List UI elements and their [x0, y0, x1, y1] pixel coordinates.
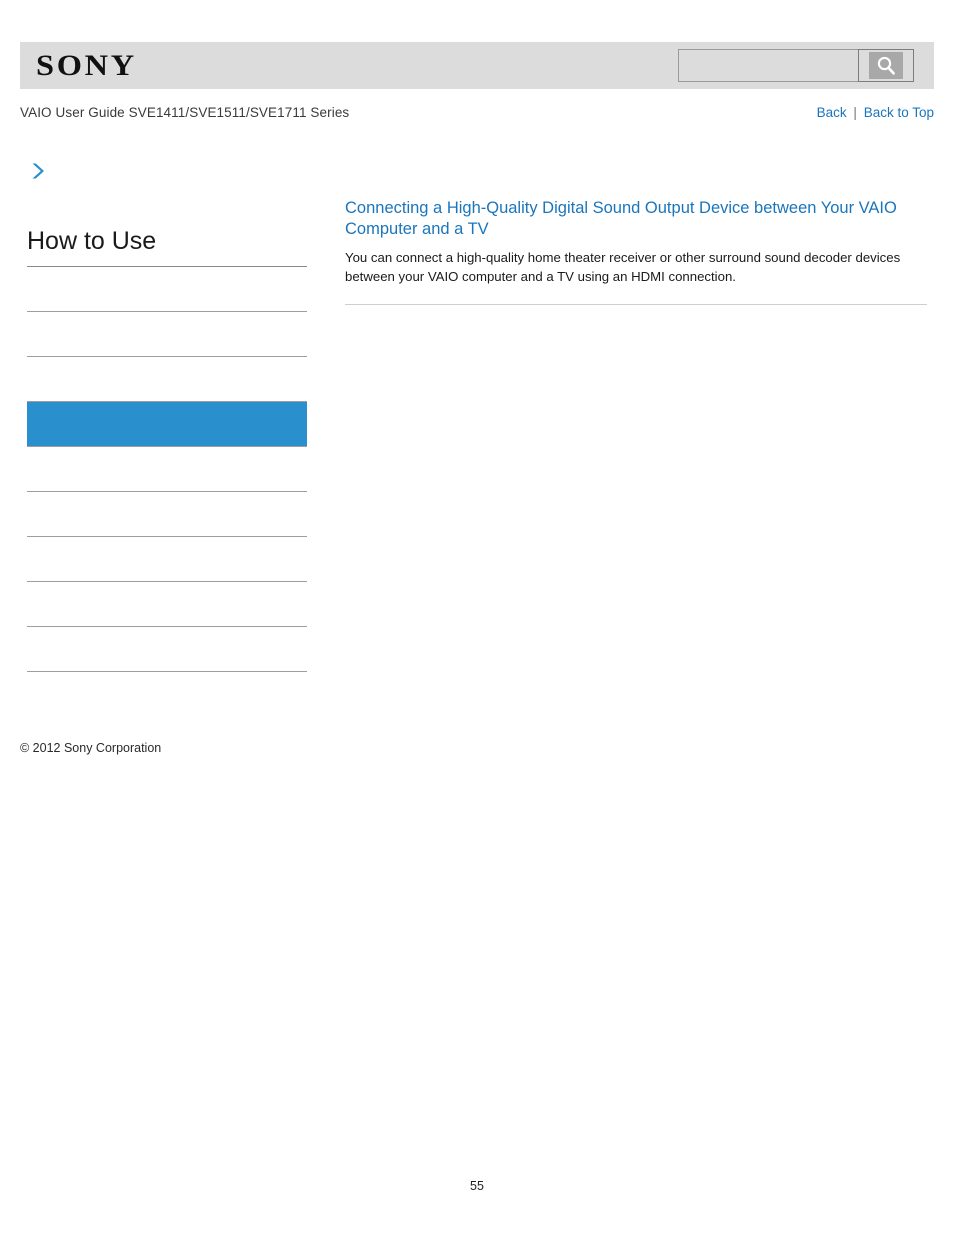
page-number: 55	[470, 1179, 484, 1193]
copyright-text: © 2012 Sony Corporation	[20, 741, 162, 755]
chevron-right-icon[interactable]	[27, 160, 49, 182]
sidebar-item-0[interactable]	[27, 267, 307, 313]
back-link[interactable]: Back	[817, 105, 847, 120]
article-heading[interactable]: Connecting a High-Quality Digital Sound …	[345, 198, 927, 240]
content-divider	[345, 303, 927, 305]
sidebar-item-8[interactable]	[27, 627, 307, 673]
sony-logo: SONY	[36, 48, 137, 82]
sidebar-item-7[interactable]	[27, 582, 307, 628]
sidebar-item-3-selected[interactable]	[27, 402, 307, 448]
sidebar-nav-list	[27, 267, 307, 673]
back-to-top-link[interactable]: Back to Top	[864, 105, 934, 120]
page-title: How to Use	[27, 227, 157, 255]
search-icon	[869, 52, 903, 79]
header-nav: Back | Back to Top	[817, 105, 934, 120]
search-area	[678, 49, 914, 82]
sidebar-item-2[interactable]	[27, 357, 307, 403]
sidebar-item-5[interactable]	[27, 492, 307, 538]
sidebar-item-1[interactable]	[27, 312, 307, 358]
nav-separator: |	[853, 104, 857, 120]
search-input[interactable]	[678, 49, 858, 82]
search-button[interactable]	[858, 49, 914, 82]
subheader: VAIO User Guide SVE1411/SVE1511/SVE1711 …	[20, 102, 934, 122]
article-body: You can connect a high-quality home thea…	[345, 250, 901, 285]
guide-title: VAIO User Guide SVE1411/SVE1511/SVE1711 …	[20, 104, 350, 120]
sidebar-item-6[interactable]	[27, 537, 307, 583]
sidebar-item-4[interactable]	[27, 447, 307, 493]
main-content: Connecting a High-Quality Digital Sound …	[345, 198, 927, 305]
site-header: SONY	[20, 42, 934, 89]
sidebar: How to Use	[27, 160, 307, 673]
